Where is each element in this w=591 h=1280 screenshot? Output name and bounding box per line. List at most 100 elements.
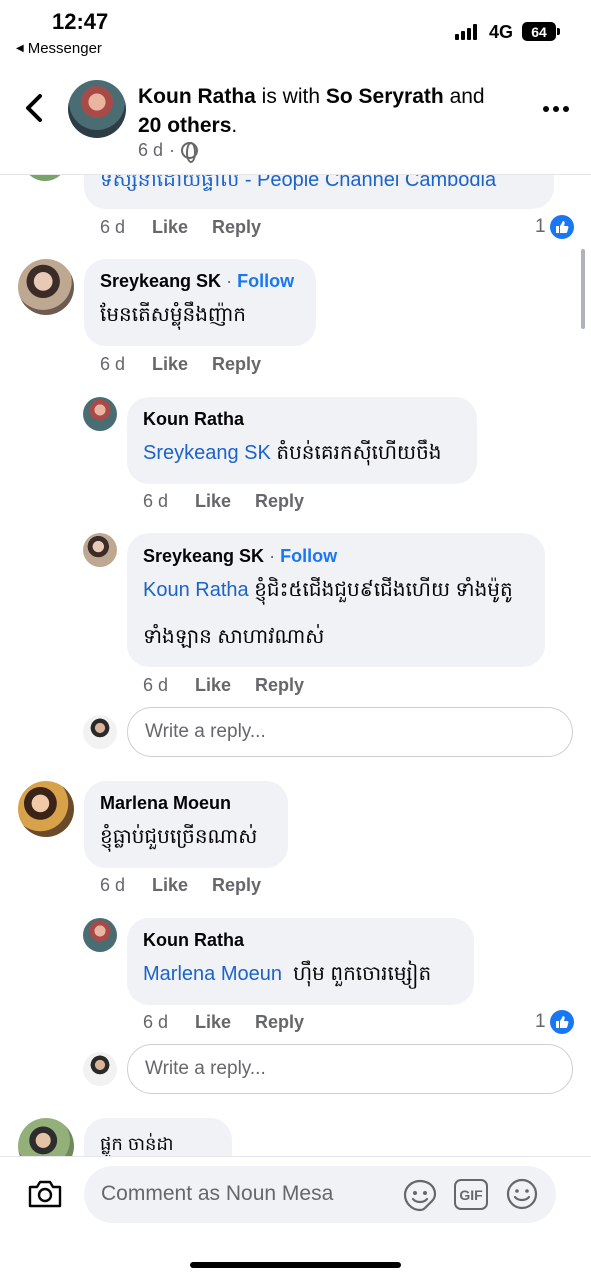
title-period: .	[231, 114, 238, 137]
commenter-name-link[interactable]: Sreykeang SK	[143, 546, 264, 566]
avatar[interactable]	[83, 918, 117, 952]
like-button[interactable]: Like	[152, 875, 212, 896]
comment-body: ហ៊ឹម ពួកចោរម្សៀត	[281, 963, 432, 985]
comment-time: 6 d	[143, 491, 169, 511]
commenter-name[interactable]: Koun Ratha	[143, 930, 244, 951]
comment-text: មែនតើសម្លុំនឹងញ៉ាក	[100, 304, 246, 326]
clock: 12:47	[52, 9, 109, 34]
battery-icon: 64	[522, 22, 560, 41]
camera-icon[interactable]	[27, 1179, 63, 1209]
commenter-name[interactable]: Marlena Moeun	[100, 793, 231, 814]
public-globe-icon	[181, 142, 199, 163]
post-header: Koun Ratha is with So Seryrath and 20 ot…	[0, 62, 591, 174]
tagged-name[interactable]: So Seryrath	[326, 85, 444, 108]
name-separator: ·	[226, 271, 233, 291]
back-app-label: Messenger	[27, 40, 102, 57]
comment-actions: 6 d Like Reply	[143, 1012, 304, 1033]
reaction-number: 1	[535, 216, 546, 237]
like-button[interactable]: Like	[195, 1012, 255, 1033]
network-type: 4G	[489, 22, 514, 42]
comment-text: Sreykeang SK តំបន់គេរកស៊ីហើយចឹង	[143, 430, 441, 476]
comment-actions: 6 d Like Reply	[100, 354, 261, 375]
reply-placeholder: Write a reply...	[145, 1058, 266, 1079]
reply-button[interactable]: Reply	[212, 354, 261, 375]
avatar[interactable]	[83, 397, 117, 431]
my-avatar	[83, 1052, 117, 1086]
my-avatar	[83, 715, 117, 749]
comment-text[interactable]: ទស្សនាដោយផ្ទាល់ - People Channel Cambodi…	[100, 175, 496, 203]
commenter-name: Sreykeang SK · Follow	[100, 271, 294, 292]
and-text: and	[443, 85, 485, 108]
comment-actions: 6 d Like Reply	[100, 875, 261, 896]
avatar[interactable]	[18, 259, 74, 315]
comment-placeholder: Comment as Noun Mesa	[101, 1182, 334, 1205]
comment-body: ខ្ញុំជិះ៥ជើងជួប៩ជើងហើយ ទាំងម៉ូតូ	[248, 579, 513, 601]
commenter-name-link[interactable]: Sreykeang SK	[100, 271, 221, 291]
reply-button[interactable]: Reply	[255, 491, 304, 512]
like-button[interactable]: Like	[195, 491, 255, 512]
author-name[interactable]: Koun Ratha	[138, 85, 256, 108]
reply-button[interactable]: Reply	[255, 1012, 304, 1033]
avatar[interactable]	[83, 533, 117, 567]
name-separator: ·	[269, 546, 276, 566]
others-link[interactable]: 20 others	[138, 114, 231, 137]
commenter-name[interactable]: Koun Ratha	[143, 409, 244, 430]
mention-link[interactable]: Sreykeang SK	[143, 442, 271, 464]
like-button[interactable]: Like	[152, 217, 212, 238]
comment-time: 6 d	[100, 354, 126, 374]
more-options-icon[interactable]	[543, 106, 569, 112]
reply-placeholder: Write a reply...	[145, 721, 266, 742]
back-to-app-link[interactable]: ◀ Messenger	[16, 40, 102, 57]
like-button[interactable]: Like	[152, 354, 212, 375]
comment-text: ខ្ញុំធ្លាប់ជួបច្រើនណាស់	[100, 826, 258, 848]
gif-button[interactable]: GIF	[454, 1179, 488, 1210]
follow-button[interactable]: Follow	[237, 271, 294, 291]
scrollbar[interactable]	[581, 249, 585, 329]
gif-label: GIF	[459, 1186, 483, 1203]
mention-link[interactable]: Marlena Moeun	[143, 963, 282, 985]
with-text: is with	[255, 85, 326, 108]
reaction-number: 1	[535, 1011, 546, 1032]
reply-button[interactable]: Reply	[255, 675, 304, 696]
comment-time: 6 d	[100, 875, 126, 895]
post-time[interactable]: 6 d	[138, 140, 163, 161]
reaction-count[interactable]: 1	[535, 215, 574, 239]
reply-input[interactable]: Write a reply...	[127, 707, 573, 757]
avatar[interactable]	[22, 175, 68, 181]
reply-button[interactable]: Reply	[212, 217, 261, 238]
reply-button[interactable]: Reply	[212, 875, 261, 896]
commenter-name[interactable]: ផ្លូក ចាន់ដា	[100, 1121, 174, 1156]
reply-input[interactable]: Write a reply...	[127, 1044, 573, 1094]
comment-text-line2: ទាំងឡាន សាហាវណាស់	[143, 626, 325, 648]
home-indicator[interactable]	[190, 1262, 401, 1268]
avatar[interactable]	[18, 1118, 74, 1156]
post-title: Koun Ratha is with So Seryrath and 20 ot…	[138, 82, 498, 140]
battery-level: 64	[531, 23, 547, 40]
thumbs-up-icon	[549, 1010, 574, 1034]
comment-actions: 6 d Like Reply	[143, 491, 304, 512]
mention-link[interactable]: Koun Ratha	[143, 579, 249, 601]
comment-body: តំបន់គេរកស៊ីហើយចឹង	[270, 442, 442, 464]
thumbs-up-icon	[549, 215, 574, 239]
like-button[interactable]: Like	[195, 675, 255, 696]
reaction-count[interactable]: 1	[535, 1010, 574, 1034]
cellular-signal-icon	[455, 24, 477, 40]
comment-actions: 6 d Like Reply	[100, 217, 261, 238]
emoji-icon[interactable]	[505, 1177, 539, 1211]
comment-text: Koun Ratha ខ្ញុំជិះ៥ជើងជួប៩ជើងហើយ ទាំងម៉…	[143, 567, 513, 613]
post-meta: 6 d ·	[138, 140, 199, 163]
sticker-icon[interactable]	[402, 1178, 438, 1212]
avatar[interactable]	[18, 781, 74, 837]
status-bar: 12:47 ◀ Messenger 4G 64	[0, 0, 591, 62]
author-avatar[interactable]	[68, 80, 126, 138]
comment-input[interactable]: Comment as Noun Mesa GIF	[84, 1166, 556, 1223]
comment-actions: 6 d Like Reply	[143, 675, 304, 696]
comment-time: 6 d	[143, 1012, 169, 1032]
comments-list: ទស្សនាដោយផ្ទាល់ - People Channel Cambodi…	[0, 174, 591, 1156]
commenter-name: Sreykeang SK · Follow	[143, 546, 337, 567]
comment-time: 6 d	[143, 675, 169, 695]
back-triangle-icon: ◀	[16, 43, 24, 54]
follow-button[interactable]: Follow	[280, 546, 337, 566]
back-chevron-icon[interactable]	[20, 90, 50, 126]
meta-separator: ·	[169, 140, 176, 160]
